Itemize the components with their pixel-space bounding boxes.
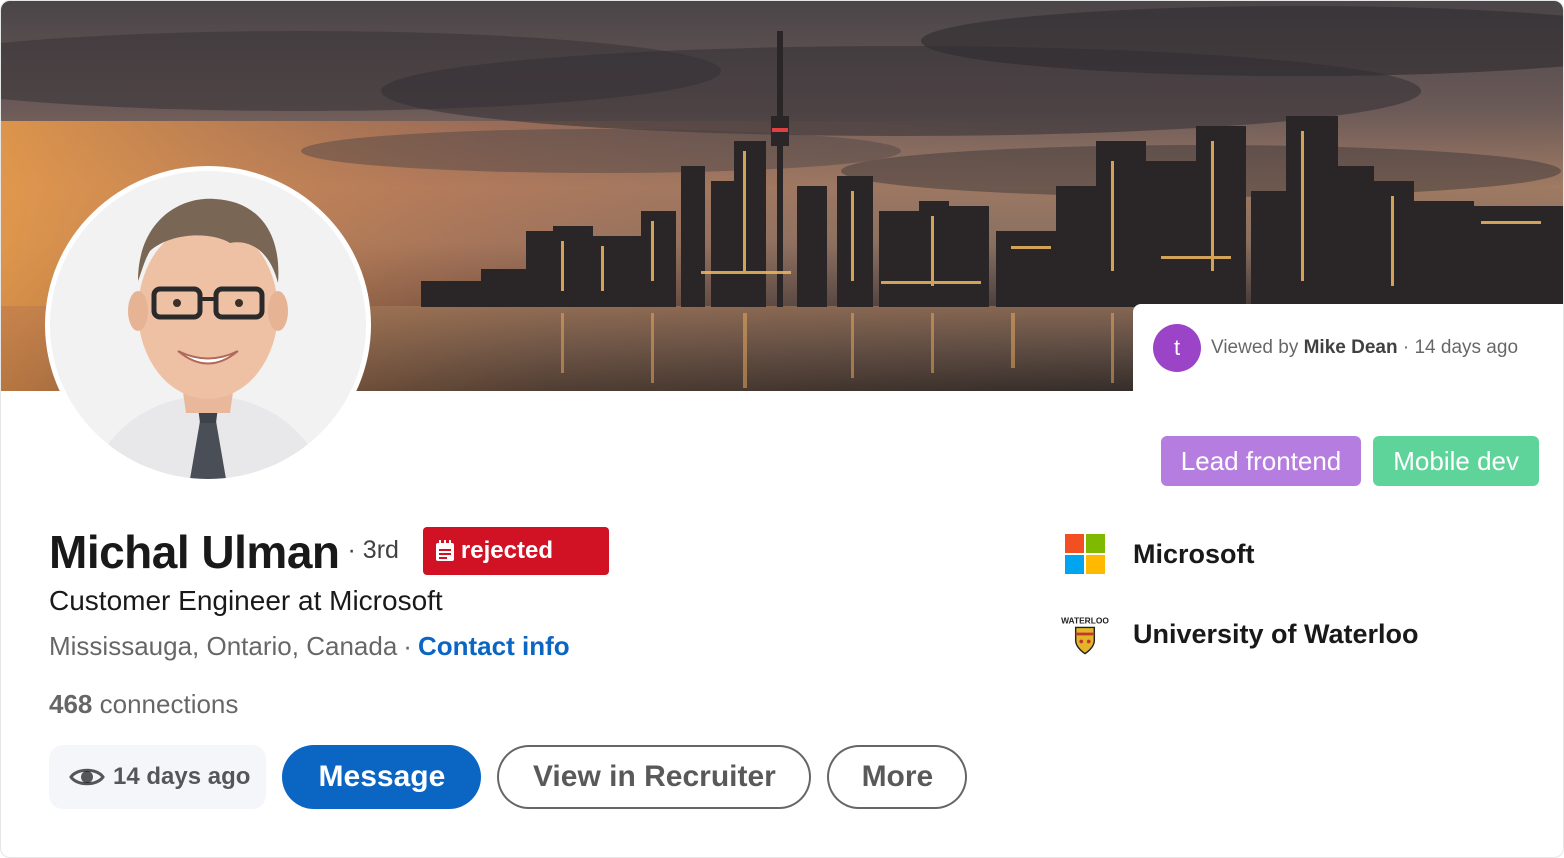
viewed-by-text: Viewed by Mike Dean · 14 days ago [1211, 337, 1518, 359]
tag-label: Mobile dev [1393, 445, 1519, 476]
view-in-recruiter-button[interactable]: View in Recruiter [497, 745, 812, 809]
waterloo-logo-text: WATERLOO [1061, 616, 1109, 626]
profile-card: t Viewed by Mike Dean · 14 days ago Lead… [0, 0, 1564, 858]
profile-photo[interactable] [45, 166, 371, 484]
message-button[interactable]: Message [282, 745, 482, 809]
viewer-name[interactable]: Mike Dean [1304, 337, 1398, 358]
connections-count[interactable]: 468 connections [49, 689, 238, 720]
viewed-by-time: 14 days ago [1414, 337, 1519, 358]
profile-tags: Lead frontend Mobile dev [1160, 436, 1539, 486]
contact-info-link[interactable]: Contact info [418, 631, 570, 661]
location-separator: · [403, 631, 412, 661]
company-name: Microsoft [1133, 538, 1255, 569]
profile-headline: Customer Engineer at Microsoft [49, 585, 443, 616]
location-row: Mississauga, Ontario, Canada · Contact inf… [49, 631, 570, 662]
tag-lead-frontend[interactable]: Lead frontend [1160, 436, 1362, 486]
viewed-by-panel: t Viewed by Mike Dean · 14 days ago [1133, 304, 1563, 392]
profile-photo-image [50, 171, 366, 479]
viewed-by-separator: · [1402, 337, 1410, 358]
viewed-by-prefix: Viewed by [1211, 337, 1299, 358]
tag-label: Lead frontend [1180, 445, 1342, 476]
profile-name: Michal Ulman [49, 526, 340, 578]
connections-label: connections [99, 689, 239, 719]
connection-degree: · 3rd [347, 535, 399, 564]
status-label: rejected [460, 537, 553, 564]
viewer-avatar-letter: t [1173, 335, 1181, 360]
waterloo-logo: WATERLOO [1057, 606, 1113, 662]
connections-number: 468 [49, 689, 93, 719]
tag-mobile-dev[interactable]: Mobile dev [1373, 436, 1539, 486]
microsoft-logo [1057, 526, 1113, 582]
current-company[interactable]: Microsoft [1057, 526, 1255, 582]
education-school[interactable]: WATERLOO University of Waterloo [1057, 606, 1419, 662]
status-badge[interactable]: rejected [422, 527, 609, 575]
notepad-icon [435, 540, 454, 561]
last-viewed-time: 14 days ago [113, 763, 251, 790]
eye-icon [69, 768, 105, 786]
viewer-avatar[interactable]: t [1153, 324, 1201, 372]
school-name: University of Waterloo [1133, 618, 1419, 649]
name-row: Michal Ulman · 3rd rejected [49, 525, 609, 579]
more-button[interactable]: More [827, 745, 968, 809]
profile-location: Mississauga, Ontario, Canada [49, 631, 398, 661]
last-viewed-chip: 14 days ago [49, 745, 267, 809]
action-row: 14 days ago Message View in Recruiter Mo… [49, 745, 968, 809]
